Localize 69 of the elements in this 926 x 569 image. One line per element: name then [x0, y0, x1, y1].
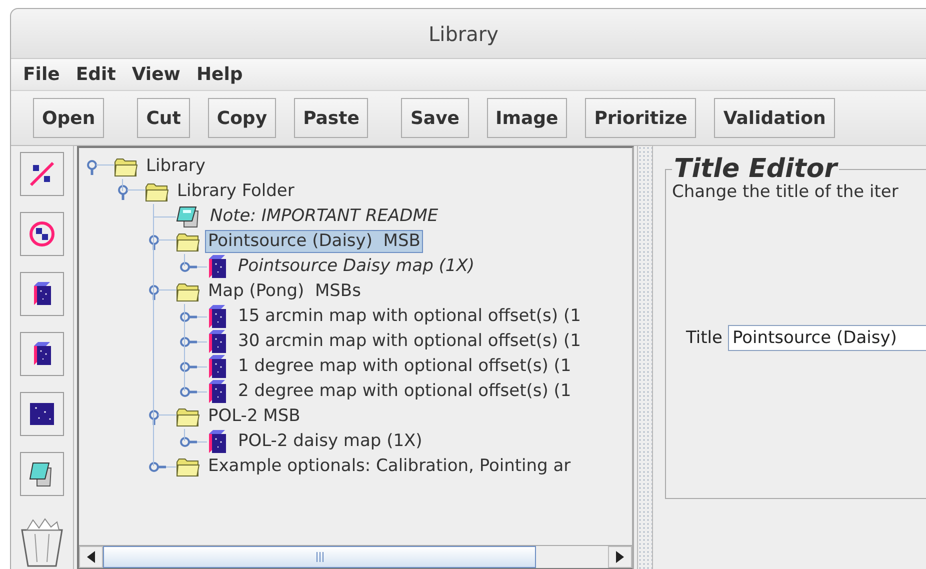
menu-item[interactable]: Help [188, 64, 251, 85]
editor-description: Change the title of the iter [672, 182, 900, 202]
toolbar-button[interactable]: Save [401, 98, 469, 138]
folder-icon [114, 156, 138, 176]
cube-icon [207, 304, 227, 328]
toolbar-button[interactable]: Prioritize [585, 98, 696, 138]
expand-handle[interactable] [179, 360, 207, 372]
toolbar-button[interactable]: Image [486, 98, 568, 138]
menu-item[interactable]: File [15, 64, 68, 85]
tree-item[interactable]: Library Folder [174, 180, 298, 203]
toolbar-button[interactable]: Cut [137, 98, 190, 138]
scale-icon [27, 159, 57, 189]
expand-handle[interactable] [148, 460, 176, 472]
folder-icon [145, 182, 169, 202]
expand-handle[interactable] [179, 436, 207, 448]
title-field[interactable]: Pointsource (Daisy) [728, 325, 926, 351]
tree-item[interactable]: Example optionals: Calibration, Pointing ar [205, 455, 574, 478]
tree-item[interactable]: 15 arcmin map with optional offset(s) (1 [235, 305, 584, 328]
tree-item[interactable]: 1 degree map with optional offset(s) (1 [235, 355, 574, 378]
cube-icon [207, 354, 227, 378]
toolbar-button[interactable]: Paste [294, 98, 368, 138]
tree-item[interactable]: POL-2 MSB [205, 405, 304, 428]
scroll-right-button[interactable] [608, 546, 632, 568]
tree-item[interactable]: 30 arcmin map with optional offset(s) (1 [235, 330, 584, 353]
cube-icon [207, 380, 227, 404]
toolbar-button[interactable]: Validation [714, 98, 835, 138]
toolbar-button[interactable]: Copy [208, 98, 276, 138]
expand-handle[interactable] [179, 260, 207, 272]
collapse-handle[interactable] [148, 234, 176, 250]
right-arrow-icon [616, 551, 624, 563]
palette-button[interactable] [20, 272, 64, 316]
menu-item[interactable]: View [124, 64, 188, 85]
tree-item[interactable]: Note: IMPORTANT README [207, 205, 442, 228]
collapse-handle[interactable] [148, 284, 176, 300]
folder-icon [176, 406, 200, 426]
tree-item[interactable]: Library [143, 155, 208, 178]
no-entry-icon [27, 219, 57, 249]
cube-icon [207, 254, 227, 278]
editor-heading: Title Editor [673, 154, 840, 184]
tree-item[interactable]: POL-2 daisy map (1X) [235, 430, 426, 453]
cube-icon [207, 330, 227, 354]
splitter-handle[interactable] [637, 146, 653, 569]
scroll-left-button[interactable] [79, 546, 103, 568]
trash-icon[interactable] [19, 518, 65, 568]
folder-icon [176, 232, 200, 252]
menu-item[interactable]: Edit [68, 64, 124, 85]
palette-button[interactable] [20, 452, 64, 496]
folder-icon [176, 282, 200, 302]
folder-icon [176, 456, 200, 476]
expand-handle[interactable] [179, 336, 207, 348]
tree-item[interactable]: Map (Pong) MSBs [205, 280, 364, 303]
palette-button[interactable] [20, 392, 64, 436]
collapse-handle[interactable] [117, 184, 145, 200]
window-title: Library [428, 22, 500, 46]
left-arrow-icon [87, 551, 95, 563]
toolbar-button[interactable]: Open [33, 98, 104, 138]
expand-handle[interactable] [179, 310, 207, 322]
tree-item[interactable]: Pointsource (Daisy) MSB [205, 230, 424, 253]
collapse-handle[interactable] [148, 408, 176, 424]
cube-icon [207, 430, 227, 454]
collapse-handle[interactable] [86, 158, 114, 174]
tree-item[interactable]: Pointsource Daisy map (1X) [235, 255, 478, 278]
field-label: Title [686, 328, 722, 348]
expand-handle[interactable] [179, 386, 207, 398]
palette-button[interactable] [20, 152, 64, 196]
tree-item[interactable]: 2 degree map with optional offset(s) (1 [235, 380, 574, 403]
palette-button[interactable] [20, 332, 64, 376]
palette-button[interactable] [20, 212, 64, 256]
scrollbar-thumb[interactable] [103, 546, 536, 568]
